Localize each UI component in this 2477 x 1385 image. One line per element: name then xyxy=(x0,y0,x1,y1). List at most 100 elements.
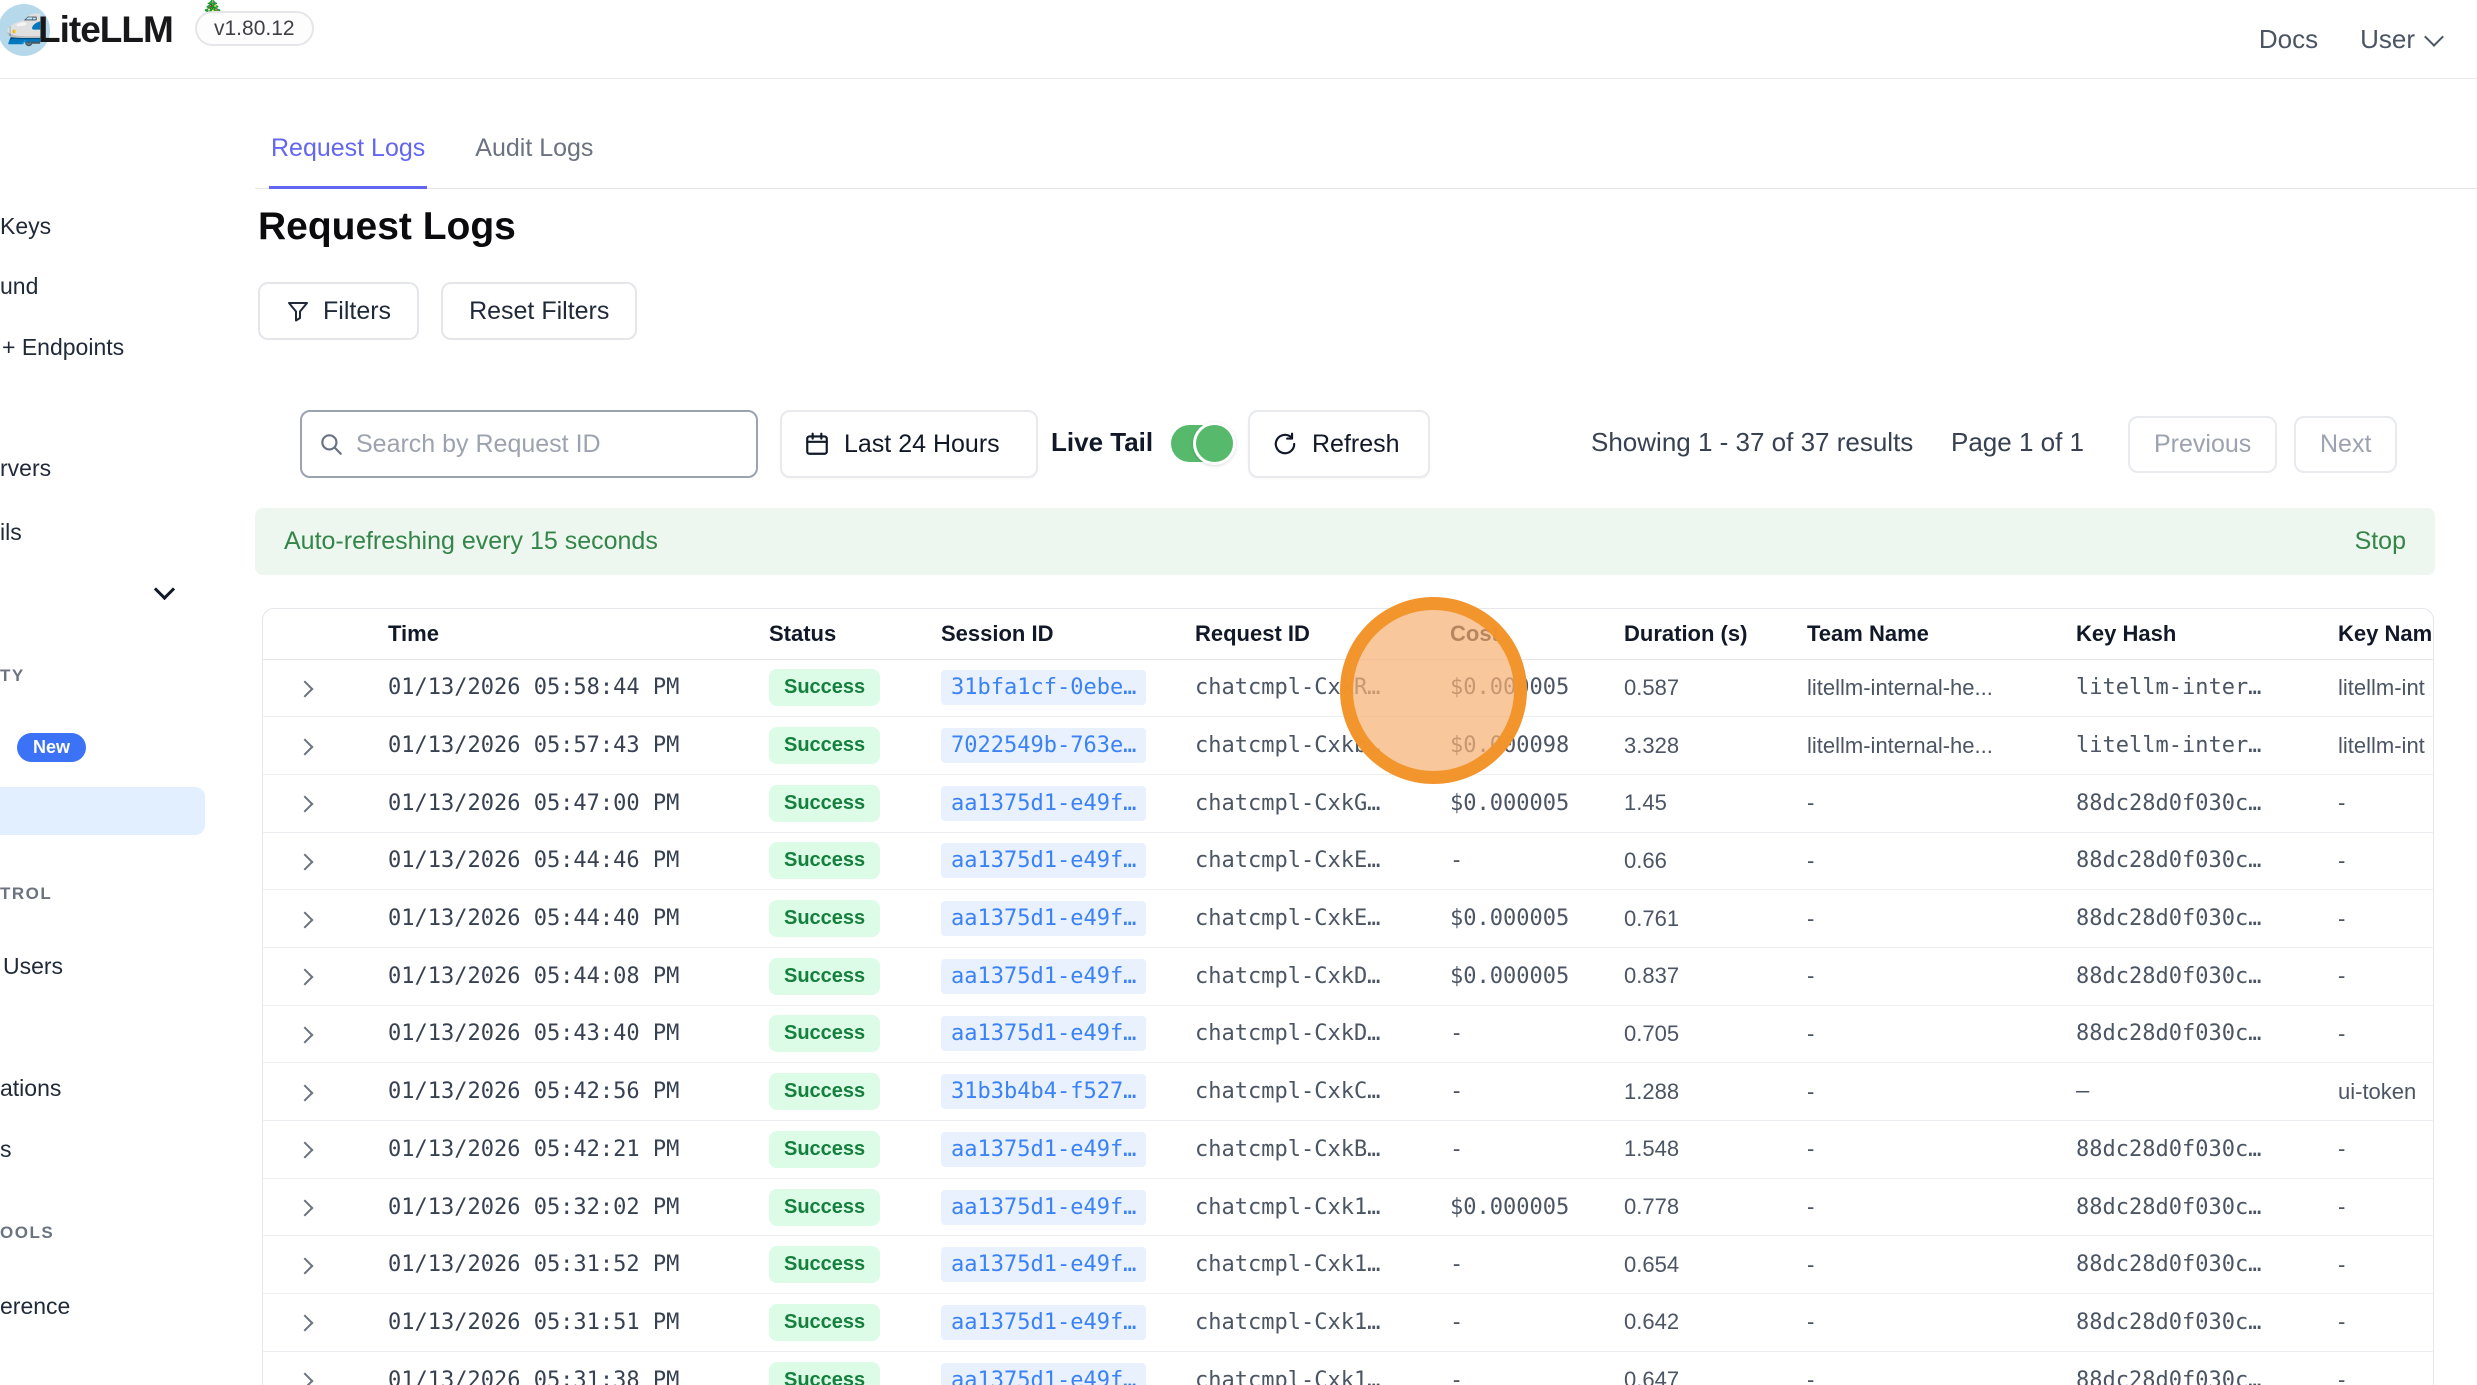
cell-request-id: chatcmpl-Cxk1… xyxy=(1195,1351,1450,1385)
expand-row-button[interactable] xyxy=(263,1121,388,1179)
sidebar-item-playground[interactable]: und xyxy=(0,273,38,300)
cell-time: 01/13/2026 05:44:46 PM xyxy=(388,832,769,890)
status-badge: Success xyxy=(769,1189,880,1226)
session-id-link[interactable]: aa1375d1-e49f… xyxy=(941,959,1146,994)
session-id-link[interactable]: 31b3b4b4-f527… xyxy=(941,1074,1146,1109)
cell-duration: 3.328 xyxy=(1624,717,1807,775)
expand-row-button[interactable] xyxy=(263,1351,388,1385)
chevron-right-icon xyxy=(297,738,314,755)
stop-auto-refresh-link[interactable]: Stop xyxy=(2355,527,2406,556)
previous-page-button[interactable]: Previous xyxy=(2128,416,2277,473)
live-tail-toggle[interactable] xyxy=(1171,425,1233,462)
search-box[interactable] xyxy=(300,410,758,478)
expand-row-button[interactable] xyxy=(263,947,388,1005)
cell-cost: $0.000005 xyxy=(1450,890,1624,948)
cell-duration: 0.587 xyxy=(1624,659,1807,717)
results-summary: Showing 1 - 37 of 37 results xyxy=(1591,427,1913,458)
sidebar-item-teams[interactable]: s xyxy=(0,1136,12,1163)
status-badge: Success xyxy=(769,1246,880,1283)
cell-request-id: chatcmpl-CxkG… xyxy=(1195,774,1450,832)
logs-table: TimeStatusSession IDRequest IDCostDurati… xyxy=(263,609,2433,1385)
table-row: 01/13/2026 05:42:21 PMSuccessaa1375d1-e4… xyxy=(263,1121,2433,1179)
status-badge: Success xyxy=(769,785,880,822)
time-range-button[interactable]: Last 24 Hours xyxy=(780,410,1038,478)
reset-filters-button[interactable]: Reset Filters xyxy=(441,282,637,340)
logs-table-card: TimeStatusSession IDRequest IDCostDurati… xyxy=(262,608,2434,1385)
sidebar-item-guardrails[interactable]: ils xyxy=(0,519,22,546)
session-id-link[interactable]: aa1375d1-e49f… xyxy=(941,1190,1146,1225)
expand-row-button[interactable] xyxy=(263,1178,388,1236)
cell-key-name: - xyxy=(2338,1121,2433,1179)
cell-team-name: - xyxy=(1807,1236,2076,1294)
cell-team-name: - xyxy=(1807,890,2076,948)
chevron-right-icon xyxy=(297,1257,314,1274)
session-id-link[interactable]: aa1375d1-e49f… xyxy=(941,786,1146,821)
cell-key-name: - xyxy=(2338,1294,2433,1352)
session-id-link[interactable]: aa1375d1-e49f… xyxy=(941,1363,1146,1385)
sidebar-item-inference[interactable]: erence xyxy=(0,1293,70,1320)
expand-row-button[interactable] xyxy=(263,832,388,890)
cell-session-id: aa1375d1-e49f… xyxy=(941,1005,1195,1063)
cell-duration: 1.288 xyxy=(1624,1063,1807,1121)
cell-key-hash: 88dc28d0f030c… xyxy=(2076,774,2338,832)
session-id-link[interactable]: aa1375d1-e49f… xyxy=(941,843,1146,878)
sidebar-collapse-chevron-icon[interactable] xyxy=(154,579,175,600)
session-id-link[interactable]: aa1375d1-e49f… xyxy=(941,1305,1146,1340)
session-id-link[interactable]: aa1375d1-e49f… xyxy=(941,1132,1146,1167)
sidebar-item-models-endpoints[interactable]: + Endpoints xyxy=(2,334,124,361)
sidebar-item-internal-users[interactable]: Users xyxy=(3,953,63,980)
expand-row-button[interactable] xyxy=(263,1063,388,1121)
docs-link[interactable]: Docs xyxy=(2259,24,2318,55)
session-id-link[interactable]: aa1375d1-e49f… xyxy=(941,1016,1146,1051)
table-row: 01/13/2026 05:31:51 PMSuccess aa1375d1-e4… xyxy=(263,1294,2433,1352)
status-badge: Success xyxy=(769,1304,880,1341)
cell-request-id: chatcmpl-CxkE… xyxy=(1195,890,1450,948)
page-title: Request Logs xyxy=(258,205,516,249)
chevron-right-icon xyxy=(297,1026,314,1043)
expand-row-button[interactable] xyxy=(263,659,388,717)
sidebar-item-logs-active[interactable] xyxy=(0,787,205,835)
column-header: Time xyxy=(388,609,769,659)
expand-row-button[interactable] xyxy=(263,890,388,948)
toggle-knob xyxy=(1193,422,1236,465)
tab-request-logs[interactable]: Request Logs xyxy=(269,122,427,189)
refresh-button[interactable]: Refresh xyxy=(1248,410,1430,478)
expand-row-button[interactable] xyxy=(263,774,388,832)
sidebar-section-header: TROL xyxy=(0,884,52,904)
session-id-link[interactable]: 31bfa1cf-0ebe… xyxy=(941,670,1146,705)
cell-team-name: - xyxy=(1807,832,2076,890)
sidebar-item-virtual-keys[interactable]: Keys xyxy=(0,213,51,240)
search-input[interactable] xyxy=(356,430,740,459)
session-id-link[interactable]: 7022549b-763e… xyxy=(941,728,1146,763)
cell-key-hash: 88dc28d0f030c… xyxy=(2076,890,2338,948)
cell-session-id: aa1375d1-e49f… xyxy=(941,947,1195,1005)
sidebar-item-organizations[interactable]: ations xyxy=(0,1075,61,1102)
chevron-right-icon xyxy=(297,680,314,697)
cell-team-name: - xyxy=(1807,1351,2076,1385)
cell-time: 01/13/2026 05:31:51 PM xyxy=(388,1294,769,1352)
chevron-right-icon xyxy=(297,796,314,813)
cell-cost: $0.000005 xyxy=(1450,1178,1624,1236)
cell-duration: 1.45 xyxy=(1624,774,1807,832)
expand-row-button[interactable] xyxy=(263,1005,388,1063)
expand-row-button[interactable] xyxy=(263,1236,388,1294)
filters-button[interactable]: Filters xyxy=(258,282,419,340)
cell-key-name: - xyxy=(2338,1236,2433,1294)
cell-status: Success xyxy=(769,717,941,775)
expand-row-button[interactable] xyxy=(263,717,388,775)
expand-row-button[interactable] xyxy=(263,1294,388,1352)
column-header-expand xyxy=(263,609,388,659)
session-id-link[interactable]: aa1375d1-e49f… xyxy=(941,901,1146,936)
chevron-right-icon xyxy=(297,853,314,870)
status-badge: Success xyxy=(769,1362,880,1385)
cell-time: 01/13/2026 05:42:56 PM xyxy=(388,1063,769,1121)
cell-key-name: ui-token xyxy=(2338,1063,2433,1121)
user-menu[interactable]: User xyxy=(2360,24,2441,55)
session-id-link[interactable]: aa1375d1-e49f… xyxy=(941,1247,1146,1282)
search-icon xyxy=(318,431,344,457)
next-page-button[interactable]: Next xyxy=(2294,416,2397,473)
tab-audit-logs[interactable]: Audit Logs xyxy=(473,122,595,189)
table-row: 01/13/2026 05:31:38 PMSuccessaa1375d1-e4… xyxy=(263,1351,2433,1385)
sidebar-item-mcp-servers[interactable]: rvers xyxy=(0,455,51,482)
table-row: 01/13/2026 05:57:43 PMSuccess7022549b-76… xyxy=(263,717,2433,775)
